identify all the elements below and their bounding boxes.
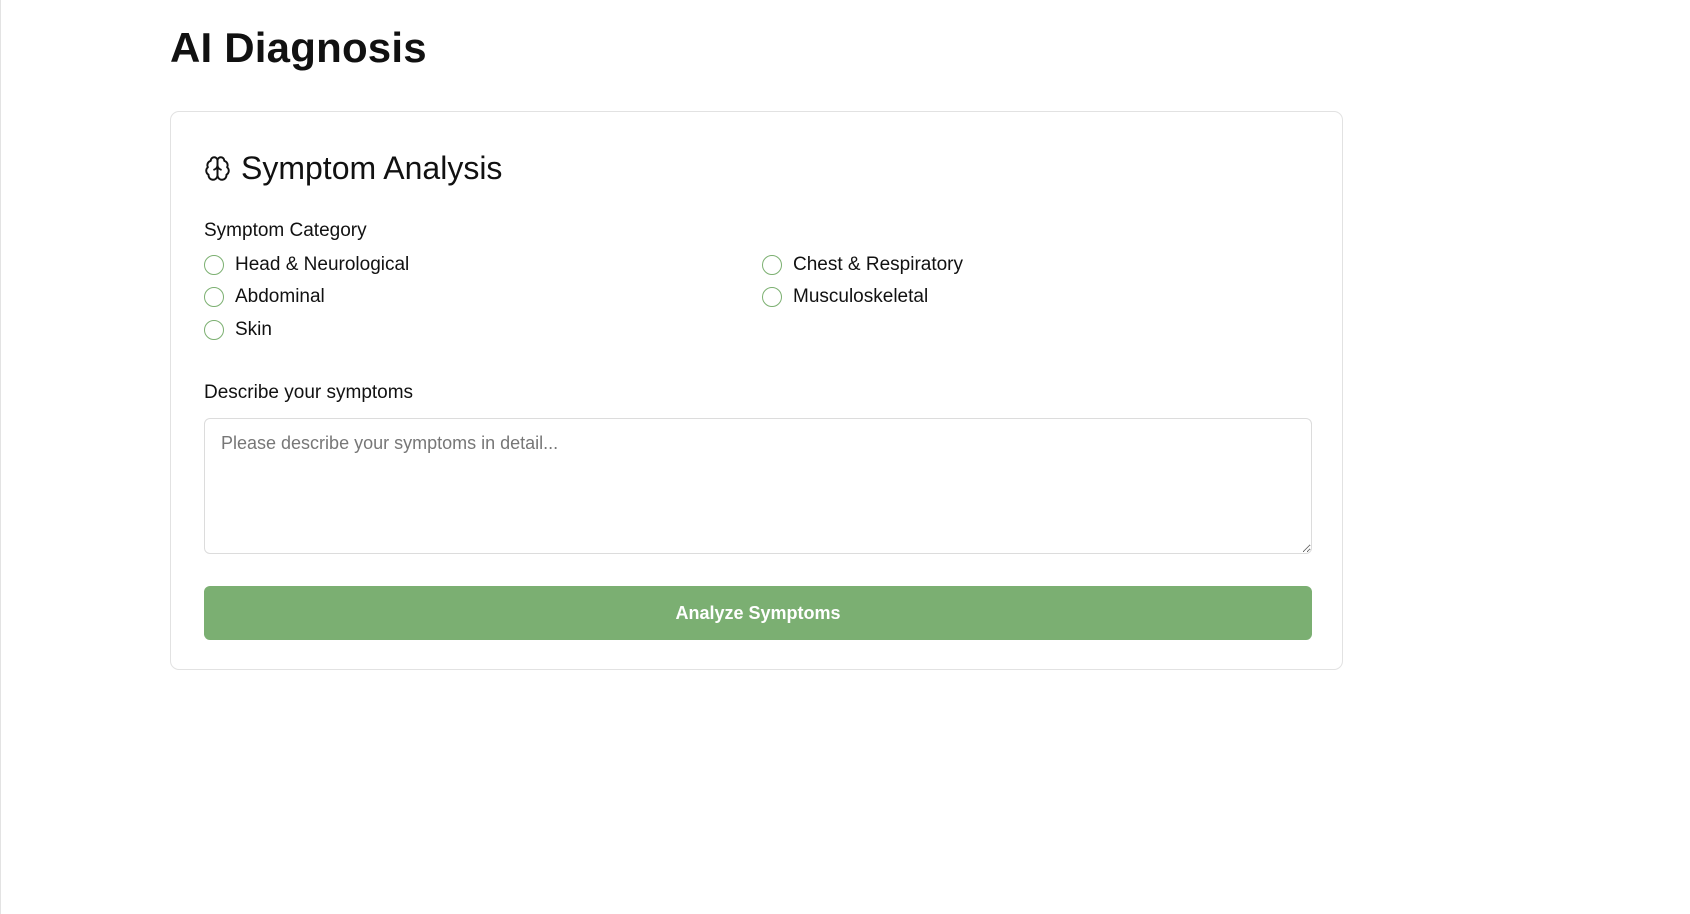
describe-symptoms-label: Describe your symptoms <box>204 382 414 403</box>
card-title: Symptom Analysis <box>241 150 503 186</box>
radio-button[interactable] <box>204 287 224 307</box>
radio-button[interactable] <box>204 320 224 340</box>
radio-label: Chest & Respiratory <box>793 254 964 275</box>
card-header: Symptom Analysis <box>204 148 502 188</box>
symptom-analysis-card: Symptom Analysis Symptom Category Head &… <box>170 111 1343 670</box>
radio-skin[interactable]: Skin <box>204 317 272 343</box>
symptoms-textarea[interactable] <box>204 418 1312 554</box>
radio-label: Skin <box>235 319 272 340</box>
radio-label: Musculoskeletal <box>793 286 929 307</box>
page-title: AI Diagnosis <box>170 24 427 71</box>
radio-abdominal[interactable]: Abdominal <box>204 284 325 310</box>
brain-icon <box>204 155 231 182</box>
symptom-category-label: Symptom Category <box>204 220 367 241</box>
analyze-symptoms-button[interactable]: Analyze Symptoms <box>204 586 1312 640</box>
radio-head-neurological[interactable]: Head & Neurological <box>204 252 409 278</box>
left-edge-divider <box>0 0 1 914</box>
radio-chest-respiratory[interactable]: Chest & Respiratory <box>762 252 963 278</box>
radio-button[interactable] <box>762 255 782 275</box>
radio-label: Head & Neurological <box>235 254 410 275</box>
radio-label: Abdominal <box>235 286 325 307</box>
radio-button[interactable] <box>762 287 782 307</box>
radio-musculoskeletal[interactable]: Musculoskeletal <box>762 284 928 310</box>
radio-button[interactable] <box>204 255 224 275</box>
